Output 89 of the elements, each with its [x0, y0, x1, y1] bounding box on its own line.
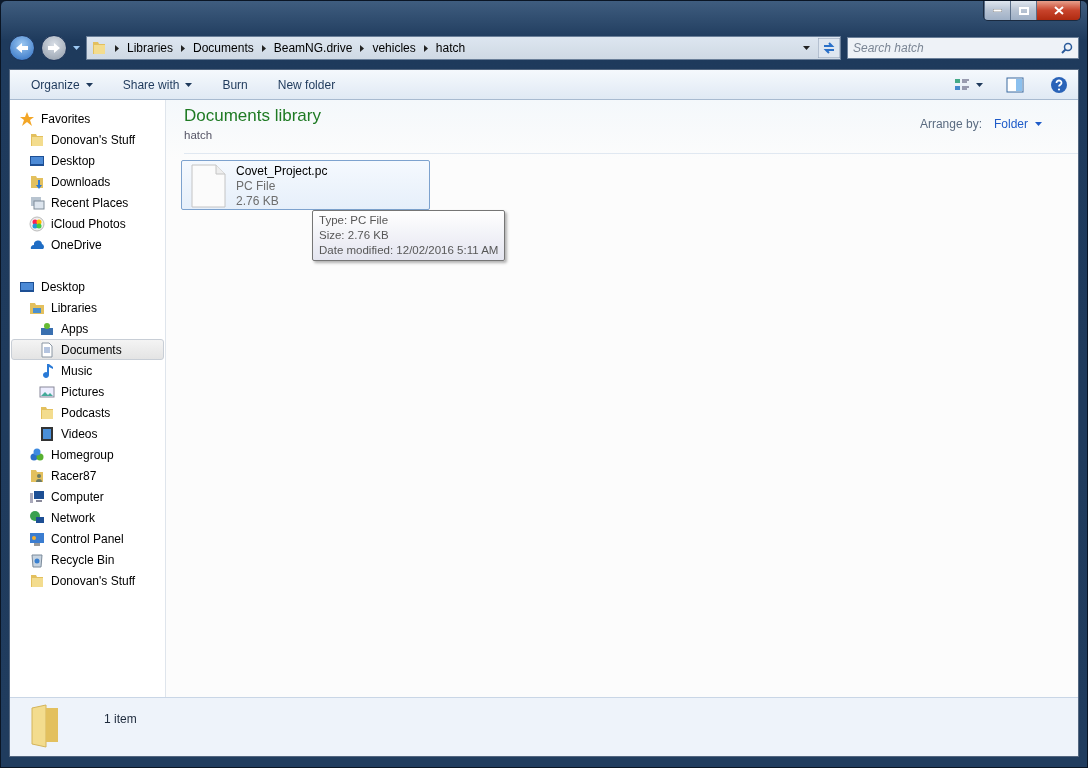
forward-arrow-icon [47, 42, 61, 54]
file-type: PC File [236, 179, 277, 194]
minimize-icon [993, 9, 1002, 12]
toolbar-button[interactable]: New folder [262, 72, 351, 97]
nav-item[interactable]: Music [11, 360, 164, 381]
nav-item[interactable]: Racer87 [11, 465, 164, 486]
control-panel-icon [29, 530, 45, 547]
folder-icon [39, 404, 55, 421]
maximize-button[interactable] [1010, 1, 1036, 20]
back-button[interactable] [9, 35, 35, 61]
tooltip-line: Date modified: 12/02/2016 5:11 AM [319, 243, 499, 258]
nav-item[interactable]: Downloads [11, 171, 164, 192]
toolbar-button[interactable]: Burn [207, 72, 263, 97]
caret-icon [976, 82, 983, 87]
homegroup-icon [29, 446, 45, 463]
folder-subtitle: hatch [184, 129, 214, 141]
breadcrumb-link[interactable]: BeamNG.drive [273, 41, 353, 55]
search-icon [1061, 42, 1073, 54]
breadcrumb-link[interactable]: hatch [435, 41, 466, 55]
toolbar-button[interactable]: Organize [16, 72, 108, 97]
chevron-icon [115, 44, 119, 52]
chevron-icon [181, 44, 186, 52]
recent-places-icon [29, 194, 45, 211]
tooltip-line: Size: 2.76 KB [319, 228, 390, 243]
nav-item[interactable]: Control Panel [11, 528, 164, 549]
folder-icon [29, 572, 45, 589]
folder-icon [91, 40, 107, 56]
search-field[interactable]: Search hatch [847, 37, 1079, 59]
nav-item[interactable]: Recycle Bin [11, 549, 164, 570]
caret-icon [73, 46, 80, 50]
recycle-bin-icon [29, 551, 45, 568]
nav-item[interactable]: Homegroup [11, 444, 164, 465]
chevron-icon [423, 44, 428, 52]
minimize-button[interactable] [984, 1, 1010, 20]
nav-item[interactable]: Libraries [11, 297, 164, 318]
close-button[interactable] [1036, 1, 1080, 20]
library-title: Documents library [184, 106, 321, 126]
nav-item[interactable]: Videos [11, 423, 164, 444]
breadcrumb-link[interactable]: vehicles [372, 41, 416, 55]
caret-icon [803, 46, 810, 50]
nav-item[interactable]: Computer [11, 486, 164, 507]
chevron-icon [360, 44, 365, 52]
document-icon [39, 341, 55, 358]
nav-item[interactable]: Donovan's Stuff [11, 129, 164, 150]
picture-icon [39, 383, 55, 400]
user-folder-icon [29, 467, 45, 484]
nav-item[interactable]: iCloud Photos [11, 213, 164, 234]
nav-item[interactable]: Recent Places [11, 192, 164, 213]
toolbox-icon [39, 320, 55, 337]
breadcrumb-link[interactable]: Documents [193, 41, 254, 55]
download-folder-icon [29, 173, 45, 190]
nav-item[interactable]: Desktop [11, 150, 164, 171]
caret-icon [85, 82, 93, 87]
nav-item[interactable]: Donovan's Stuff [11, 570, 164, 591]
back-arrow-icon [15, 42, 29, 54]
close-icon [1053, 6, 1064, 15]
network-icon [29, 509, 45, 526]
help-icon[interactable] [1050, 75, 1068, 94]
forward-button[interactable] [41, 35, 67, 61]
file-name: Covet_Project.pc [236, 164, 328, 179]
nav-item[interactable]: Pictures [11, 381, 164, 402]
refresh-icon[interactable] [818, 38, 840, 58]
film-icon [39, 425, 55, 442]
star-icon [19, 110, 35, 127]
arrange-label: Arrange by: [919, 117, 982, 131]
nav-item[interactable]: Podcasts [11, 402, 164, 423]
chevron-icon [261, 44, 266, 52]
file-tile[interactable]: Covet_Project.pc PC File 2.76 KB [181, 160, 430, 210]
flower-icon [29, 215, 45, 232]
tooltip-line: Type: PC File [319, 213, 390, 228]
toolbar-button[interactable]: Share with [107, 72, 208, 97]
nav-item[interactable]: Documents [11, 339, 164, 360]
nav-item[interactable]: Apps [11, 318, 164, 339]
item-count: 1 item [104, 712, 137, 726]
caret-icon [1035, 122, 1042, 126]
folder-icon [29, 131, 45, 148]
caret-icon [185, 82, 193, 87]
view-list-icon [954, 77, 970, 92]
maximize-icon [1018, 6, 1029, 15]
nav-item[interactable]: Network [11, 507, 164, 528]
nav-item[interactable]: Desktop [11, 276, 164, 297]
blank-file-icon [190, 164, 226, 208]
nav-item[interactable]: OneDrive [11, 234, 164, 255]
nav-item[interactable]: Favorites [11, 108, 164, 129]
computer-icon [29, 488, 45, 505]
breadcrumb-link[interactable]: Libraries [127, 41, 174, 55]
file-size: 2.76 KB [236, 194, 280, 209]
arrange-dropdown[interactable]: Folder [994, 117, 1042, 131]
address-bar[interactable]: Libraries Documents BeamNG.drive vehicles hatch [86, 36, 841, 60]
